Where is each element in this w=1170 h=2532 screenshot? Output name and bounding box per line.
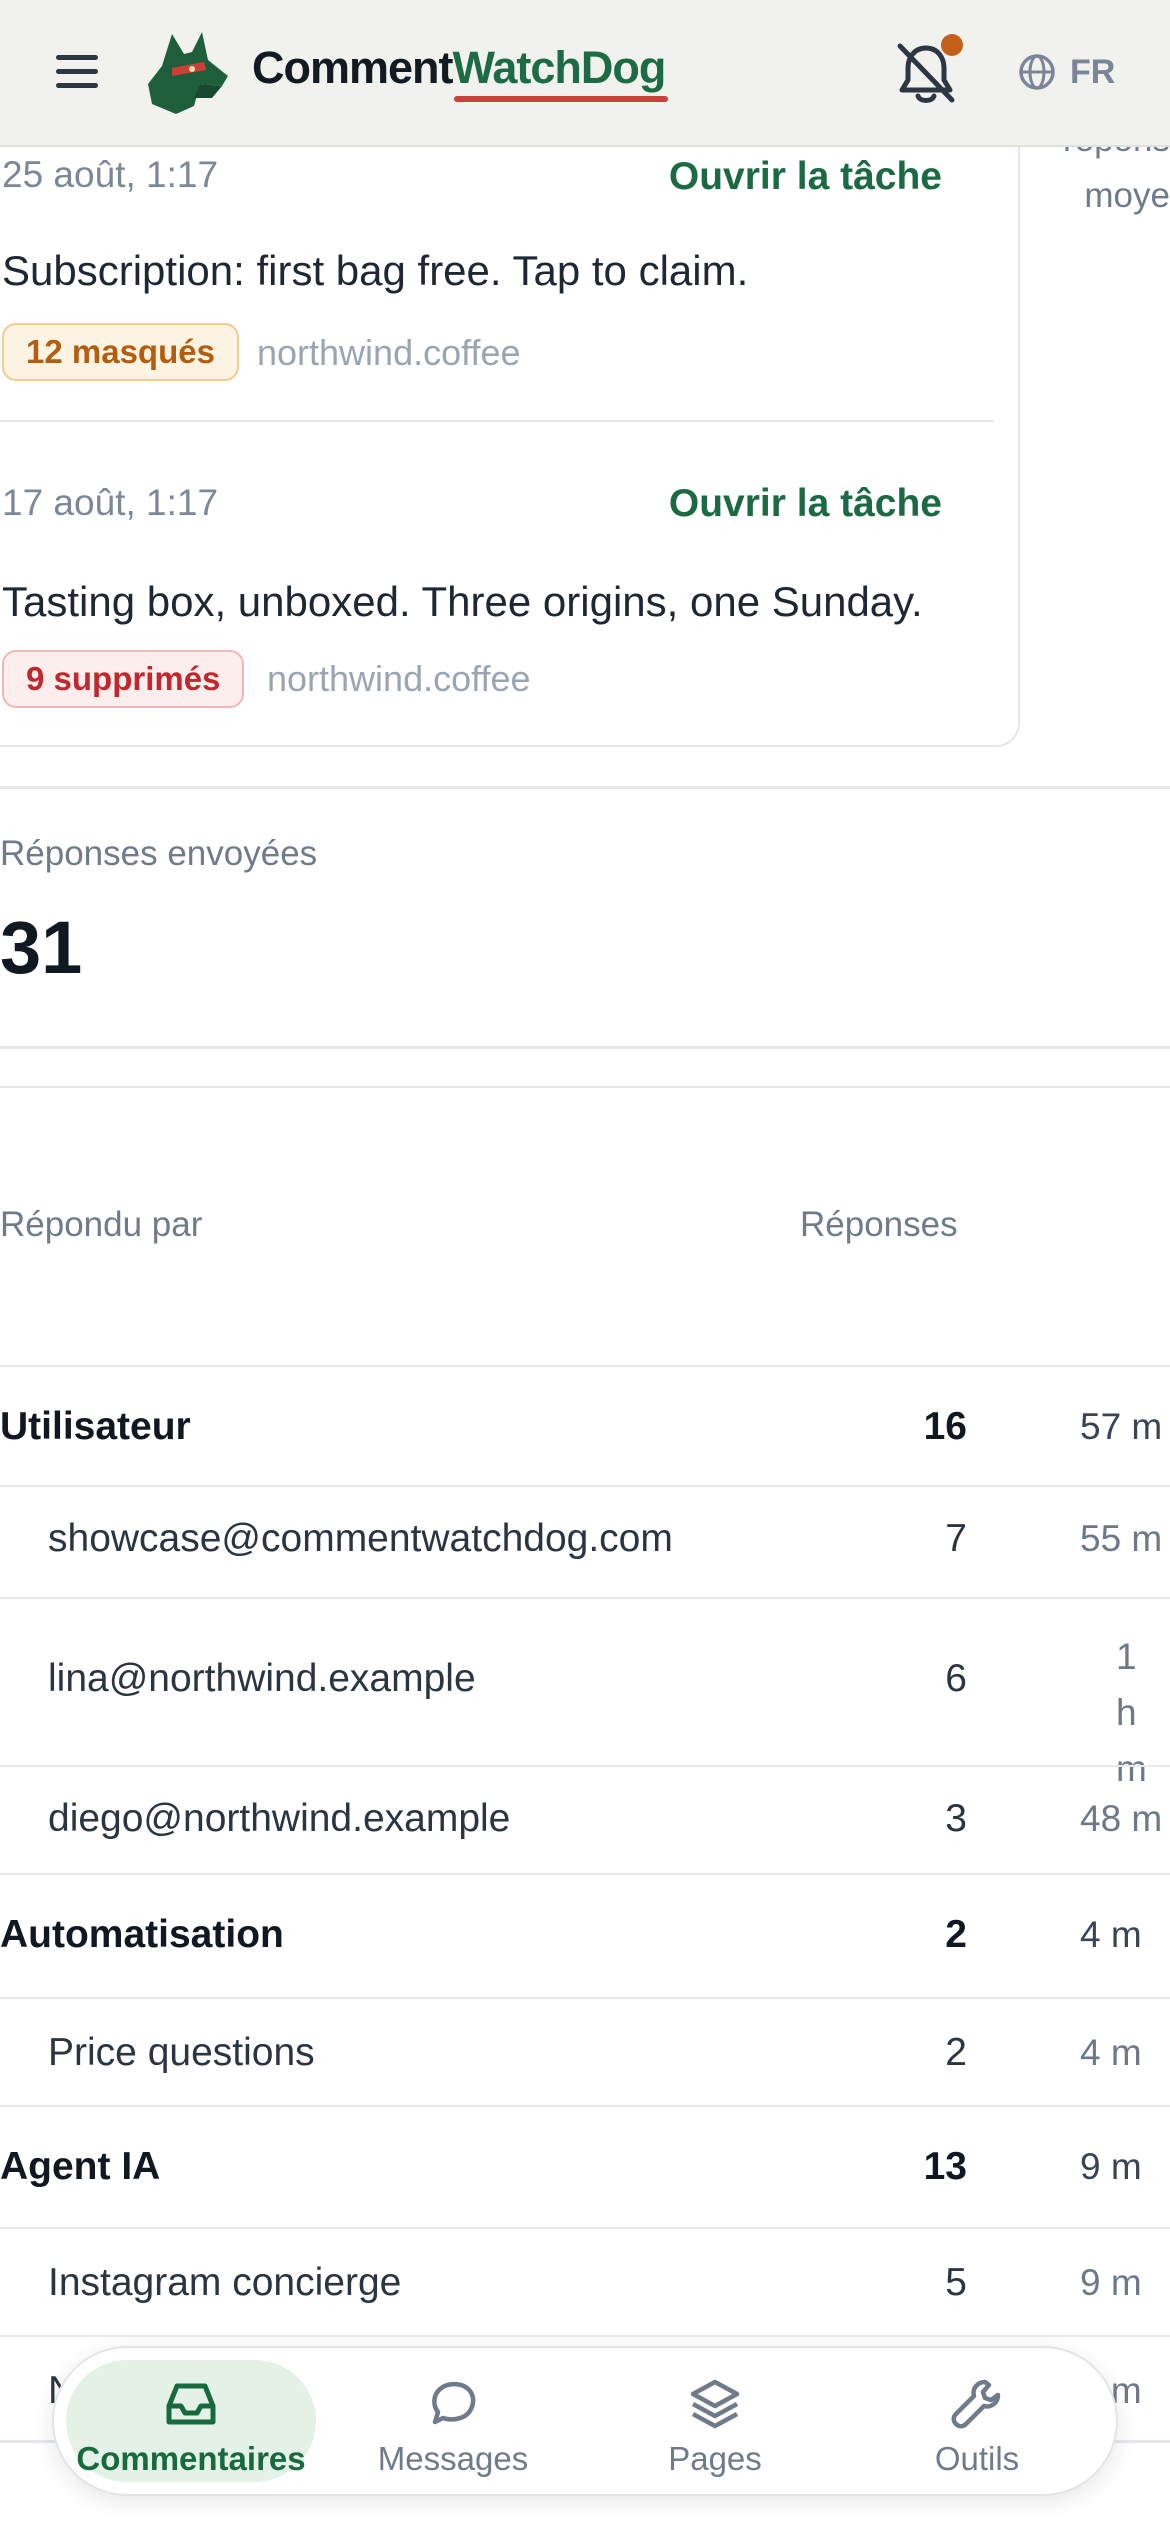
column-header-replies[interactable]: Réponses	[800, 1205, 958, 1245]
row-time: 4 m	[1080, 2032, 1142, 2073]
row-label: diego@northwind.example	[48, 1797, 511, 1840]
nav-label: Messages	[377, 2440, 529, 2477]
nav-item-messages[interactable]: Messages	[328, 2360, 578, 2482]
table-row[interactable]: Price questions 2 4 m	[0, 1997, 1170, 2105]
table-row[interactable]: lina@northwind.example 6 1 h m	[0, 1597, 1170, 1789]
table-row[interactable]: showcase@commentwatchdog.com 7 55 m	[0, 1485, 1170, 1597]
row-time: 9 m	[1080, 2262, 1142, 2303]
nav-item-outils[interactable]: Outils	[852, 2360, 1102, 2482]
language-selector[interactable]: FR	[1018, 50, 1115, 94]
section-divider	[0, 1046, 1170, 1049]
inbox-icon	[166, 2383, 216, 2425]
layers-icon	[690, 2379, 740, 2429]
row-count: 13	[923, 2145, 967, 2188]
table-row[interactable]: Instagram concierge 5 9 m	[0, 2227, 1170, 2335]
task-card: 25 août, 1:17 Ouvrir la tâche Subscripti…	[0, 100, 1020, 747]
row-label: Automatisation	[0, 1913, 284, 1956]
stat-value: 31	[0, 906, 83, 989]
section-divider	[0, 786, 1170, 789]
task-text: Subscription: first bag free. Tap to cla…	[2, 247, 749, 294]
menu-icon[interactable]	[52, 50, 102, 94]
row-label: Agent IA	[0, 2145, 161, 2188]
open-task-link[interactable]: Ouvrir la tâche	[669, 482, 942, 526]
wrench-icon	[951, 2379, 1001, 2429]
row-count: 7	[945, 1517, 967, 1560]
row-label: lina@northwind.example	[48, 1657, 476, 1700]
bottom-navigation: Commentaires Messages Pages Outils	[52, 2346, 1118, 2496]
row-count: 5	[945, 2261, 967, 2304]
row-time: 55 m	[1080, 1518, 1163, 1559]
stat-label: Réponses envoyées	[0, 834, 318, 873]
row-time: 57 m	[1080, 1406, 1163, 1447]
row-time: 4 m	[1080, 1914, 1142, 1955]
globe-icon	[1019, 54, 1055, 90]
language-code: FR	[1070, 52, 1116, 91]
table-row[interactable]: Automatisation 2 4 m	[0, 1873, 1170, 1997]
table-row[interactable]: diego@northwind.example 3 48 m	[0, 1765, 1170, 1873]
row-count: 6	[945, 1657, 967, 1700]
task-text: Tasting box, unboxed. Three origins, one…	[2, 578, 923, 625]
row-label: showcase@commentwatchdog.com	[48, 1517, 673, 1560]
nav-item-pages[interactable]: Pages	[590, 2360, 840, 2482]
dog-logo-icon[interactable]	[142, 28, 234, 116]
nav-label: Commentaires	[76, 2440, 306, 2477]
task-item: 17 août, 1:17 Ouvrir la tâche Tasting bo…	[0, 422, 994, 747]
app-header: CommentWatchDog FR	[0, 0, 1170, 147]
row-time: 9 m	[1080, 2146, 1142, 2187]
column-header-responded-by[interactable]: Répondu par	[0, 1205, 202, 1245]
row-time: 48 m	[1080, 1798, 1163, 1839]
table-row[interactable]: Agent IA 13 9 m	[0, 2105, 1170, 2229]
task-domain: northwind.coffee	[267, 658, 531, 699]
row-count: 2	[945, 1913, 967, 1956]
task-item: 25 août, 1:17 Ouvrir la tâche Subscripti…	[0, 102, 994, 420]
brand-underline	[454, 96, 668, 102]
task-date: 25 août, 1:17	[2, 154, 219, 195]
row-count: 3	[945, 1797, 967, 1840]
hidden-count-badge: 12 masqués	[2, 323, 239, 381]
table-row[interactable]: Utilisateur 16 57 m	[0, 1365, 1170, 1485]
nav-label: Outils	[934, 2440, 1020, 2477]
notification-dot	[941, 34, 963, 56]
brand-name[interactable]: CommentWatchDog	[252, 42, 666, 94]
task-domain: northwind.coffee	[257, 332, 521, 373]
row-count: 16	[923, 1405, 967, 1448]
deleted-count-badge: 9 supprimés	[2, 650, 245, 708]
row-label: Utilisateur	[0, 1405, 191, 1448]
row-label: Instagram concierge	[48, 2261, 402, 2304]
task-date: 17 août, 1:17	[2, 482, 219, 523]
open-task-link[interactable]: Ouvrir la tâche	[669, 155, 942, 199]
chat-bubble-icon	[432, 2381, 476, 2425]
nav-label: Pages	[668, 2440, 762, 2477]
row-label: Price questions	[48, 2031, 315, 2074]
row-count: 2	[945, 2031, 967, 2074]
nav-item-commentaires[interactable]: Commentaires	[66, 2360, 316, 2482]
